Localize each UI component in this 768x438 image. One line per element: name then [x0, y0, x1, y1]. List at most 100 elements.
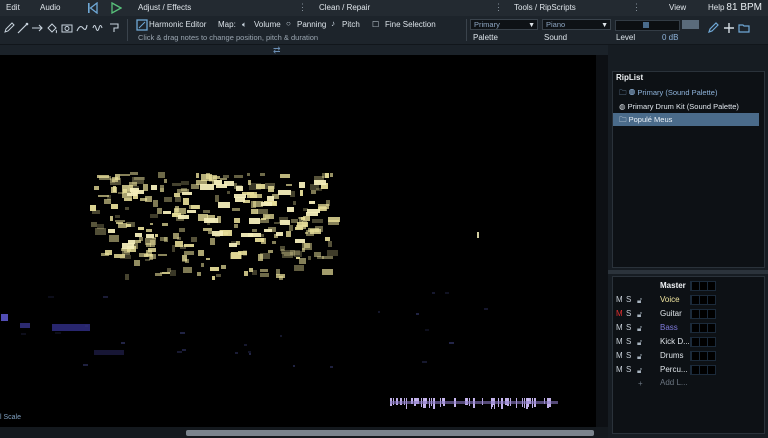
- note-blob[interactable]: [308, 201, 316, 205]
- note-blob[interactable]: [159, 237, 168, 242]
- collapse-bar[interactable]: ⇄: [0, 45, 608, 55]
- note-blob[interactable]: [422, 360, 428, 363]
- refresh-icon[interactable]: ⇄: [273, 45, 281, 56]
- note-blob[interactable]: [284, 249, 296, 257]
- note-blob[interactable]: [321, 255, 334, 259]
- line-draw-icon[interactable]: [17, 22, 29, 34]
- note-blob[interactable]: [314, 225, 323, 232]
- note-blob[interactable]: [182, 348, 187, 351]
- note-blob[interactable]: [187, 209, 197, 213]
- track-volume[interactable]: [690, 351, 716, 361]
- note-blob[interactable]: [250, 193, 263, 198]
- harmonic-editor-icon[interactable]: [136, 19, 148, 31]
- note-blob[interactable]: [215, 195, 220, 202]
- note-blob[interactable]: [287, 206, 295, 212]
- plus-icon[interactable]: +: [638, 379, 643, 388]
- lock-icon[interactable]: 🔓︎: [637, 366, 642, 376]
- note-blob[interactable]: [305, 211, 319, 216]
- note-blob[interactable]: [314, 252, 321, 257]
- note-blob[interactable]: [298, 182, 306, 188]
- note-blob[interactable]: [302, 243, 312, 250]
- palette-dropdown[interactable]: Primary ▼: [470, 19, 538, 30]
- note-blob[interactable]: [240, 233, 254, 237]
- menu-adjust-effects[interactable]: Adjust / Effects: [138, 3, 191, 12]
- note-blob[interactable]: [190, 204, 200, 210]
- note-blob[interactable]: [247, 172, 251, 176]
- note-blob[interactable]: [171, 183, 181, 186]
- menu-audio[interactable]: Audio: [40, 3, 60, 12]
- note-blob[interactable]: [82, 364, 89, 367]
- note-blob[interactable]: [299, 258, 306, 265]
- solo-button[interactable]: S: [626, 365, 631, 374]
- bpm-readout[interactable]: 81 BPM: [726, 2, 762, 13]
- add-layer-label[interactable]: Add L...: [660, 378, 688, 387]
- note-blob[interactable]: [107, 228, 115, 234]
- note-blob[interactable]: [182, 255, 188, 262]
- note-blob[interactable]: [307, 256, 312, 261]
- note-blob[interactable]: [285, 230, 292, 237]
- note-blob[interactable]: [327, 250, 339, 256]
- note-blob[interactable]: [200, 262, 205, 268]
- note-blob[interactable]: [119, 173, 130, 176]
- track-name[interactable]: Voice: [660, 295, 680, 304]
- note-blob[interactable]: [102, 296, 108, 298]
- note-blob[interactable]: [178, 215, 189, 219]
- note-blob[interactable]: [214, 179, 222, 185]
- note-blob[interactable]: [48, 295, 54, 298]
- note-blob[interactable]: [279, 335, 282, 338]
- note-blob[interactable]: [484, 307, 488, 310]
- note-blob[interactable]: [243, 343, 247, 346]
- note-blob[interactable]: [149, 222, 154, 226]
- track-volume[interactable]: [690, 337, 716, 347]
- vertical-scrollbar[interactable]: [596, 55, 608, 427]
- more-dots-icon[interactable]: ⋮: [494, 2, 503, 13]
- note-blob[interactable]: [155, 272, 163, 276]
- note-blob[interactable]: [209, 267, 219, 272]
- play-icon[interactable]: [110, 1, 123, 15]
- note-blob[interactable]: [285, 183, 292, 186]
- menu-help[interactable]: Help: [708, 3, 724, 12]
- note-blob[interactable]: [1, 314, 8, 321]
- note-blob[interactable]: [299, 189, 303, 196]
- fine-selection-label[interactable]: Fine Selection: [385, 20, 436, 29]
- note-blob[interactable]: [110, 215, 114, 221]
- menu-view[interactable]: View: [669, 3, 686, 12]
- mute-button[interactable]: M: [616, 295, 623, 304]
- note-blob[interactable]: [135, 240, 141, 243]
- note-blob[interactable]: [313, 180, 327, 185]
- note-blob[interactable]: [248, 352, 252, 355]
- track-volume[interactable]: [690, 365, 716, 375]
- note-blob[interactable]: [112, 186, 116, 192]
- note-blob[interactable]: [109, 178, 121, 185]
- note-blob[interactable]: [198, 249, 205, 257]
- lock-icon[interactable]: 🔓︎: [637, 338, 642, 348]
- note-blob[interactable]: [177, 236, 181, 241]
- note-blob[interactable]: [146, 233, 154, 239]
- note-blob[interactable]: [327, 241, 333, 247]
- checkbox-icon[interactable]: ☐: [372, 20, 379, 29]
- note-blob[interactable]: [138, 227, 144, 230]
- note-blob[interactable]: [140, 197, 148, 202]
- pitch-icon[interactable]: ♪: [331, 19, 335, 28]
- note-blob[interactable]: [449, 342, 455, 345]
- note-blob[interactable]: [258, 254, 264, 262]
- solo-button[interactable]: S: [626, 337, 631, 346]
- map-pitch-option[interactable]: Pitch: [342, 20, 360, 29]
- note-blob[interactable]: [233, 223, 238, 229]
- bend-curve-icon[interactable]: [76, 22, 88, 34]
- sound-dropdown[interactable]: Piano ▼: [542, 19, 611, 30]
- note-blob[interactable]: [158, 254, 168, 257]
- note-blob[interactable]: [220, 265, 227, 270]
- note-blob[interactable]: [257, 208, 268, 215]
- note-blob[interactable]: [327, 216, 340, 222]
- note-blob[interactable]: [210, 238, 215, 245]
- note-blob[interactable]: [260, 269, 268, 272]
- note-blob[interactable]: [190, 184, 199, 190]
- level-slider-thumb[interactable]: [643, 22, 649, 28]
- note-blob[interactable]: [84, 324, 88, 327]
- stretch-arrow-icon[interactable]: [31, 22, 43, 34]
- sustain-icon[interactable]: [108, 22, 120, 34]
- note-blob[interactable]: [329, 173, 333, 177]
- mute-button[interactable]: M: [616, 365, 623, 374]
- track-volume[interactable]: [690, 295, 716, 305]
